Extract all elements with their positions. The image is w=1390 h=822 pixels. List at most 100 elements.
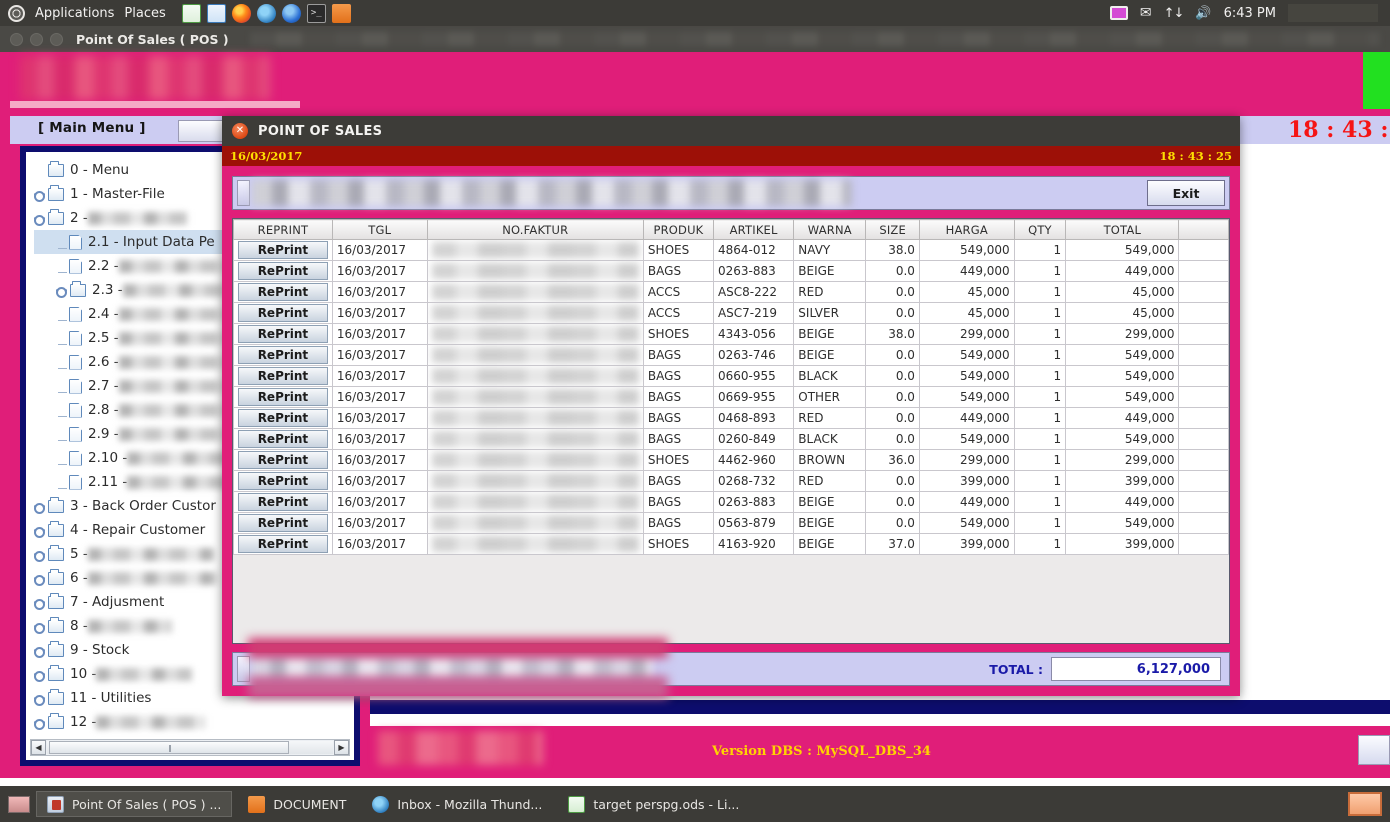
reprint-button[interactable]: RePrint [238, 472, 328, 490]
reprint-button[interactable]: RePrint [238, 451, 328, 469]
tree-expander-icon[interactable] [34, 716, 47, 729]
thunderbird-icon[interactable] [257, 4, 276, 23]
taskbar-item[interactable]: target perspg.ods - Li... [558, 791, 749, 817]
scroll-left-icon[interactable]: ◀ [31, 740, 46, 755]
table-row[interactable]: RePrint16/03/2017BAGS0660-955BLACK0.0549… [234, 366, 1229, 387]
search-caret-icon[interactable] [237, 180, 250, 206]
table-row[interactable]: RePrint16/03/2017BAGS0268-732RED0.0399,0… [234, 471, 1229, 492]
col-header-total[interactable]: TOTAL [1066, 220, 1179, 240]
reprint-button[interactable]: RePrint [238, 346, 328, 364]
document-icon[interactable] [207, 4, 226, 23]
scroll-thumb[interactable] [49, 741, 289, 754]
table-row[interactable]: RePrint16/03/2017ACCSASC8-222RED0.045,00… [234, 282, 1229, 303]
window-close-icon[interactable] [10, 33, 23, 46]
reprint-button[interactable]: RePrint [238, 535, 328, 553]
table-row[interactable]: RePrint16/03/2017ACCSASC7-219SILVER0.045… [234, 303, 1229, 324]
taskbar-item[interactable]: Inbox - Mozilla Thund... [362, 791, 552, 817]
table-row[interactable]: RePrint16/03/2017SHOES4864-012NAVY38.054… [234, 240, 1229, 261]
col-header-qty[interactable]: QTY [1014, 220, 1066, 240]
cell-artikel: 4163-920 [713, 534, 793, 555]
show-desktop-icon[interactable] [8, 796, 30, 813]
panel-clock[interactable]: 6:43 PM [1224, 6, 1276, 21]
panel-session-menu[interactable] [1288, 4, 1378, 22]
reprint-button[interactable]: RePrint [238, 367, 328, 385]
firefox-icon[interactable] [232, 4, 251, 23]
places-menu[interactable]: Places [124, 6, 165, 21]
close-icon[interactable]: ✕ [232, 123, 248, 139]
col-header-reprint[interactable]: REPRINT [234, 220, 333, 240]
volume-icon[interactable]: 🔊 [1195, 6, 1211, 21]
window-minimize-icon[interactable] [30, 33, 43, 46]
search-input[interactable] [252, 180, 1141, 206]
tree-expander-icon[interactable] [34, 188, 47, 201]
taskbar-item[interactable]: Point Of Sales ( POS ) ... [36, 791, 232, 817]
col-header-artikel[interactable]: ARTIKEL [713, 220, 793, 240]
taskbar-item[interactable]: DOCUMENT [238, 791, 356, 817]
exit-button[interactable]: Exit [1147, 180, 1225, 206]
display-icon[interactable] [1110, 6, 1128, 20]
tree-expander-icon[interactable] [34, 548, 47, 561]
col-header-harga[interactable]: HARGA [919, 220, 1014, 240]
tree-expander-icon[interactable] [34, 212, 47, 225]
tree-expander-icon[interactable] [34, 500, 47, 513]
table-row[interactable]: RePrint16/03/2017BAGS0263-746BEIGE0.0549… [234, 345, 1229, 366]
version-strip-button[interactable] [1358, 735, 1390, 765]
reprint-button[interactable]: RePrint [238, 325, 328, 343]
tree-item-12[interactable]: 12 - [34, 710, 354, 734]
cell-artikel: 0268-732 [713, 471, 793, 492]
tree-item-label: 2.7 - [87, 378, 119, 394]
cell-total: 399,000 [1066, 471, 1179, 492]
tree-expander-icon[interactable] [34, 692, 47, 705]
table-row[interactable]: RePrint16/03/2017BAGS0263-883BEIGE0.0449… [234, 261, 1229, 282]
workspace-switcher[interactable] [1348, 792, 1382, 816]
tree-expander-icon[interactable] [56, 284, 69, 297]
cell-warna: NAVY [794, 240, 866, 261]
col-header-spacer[interactable] [1179, 220, 1229, 240]
table-row[interactable]: RePrint16/03/2017SHOES4343-056BEIGE38.02… [234, 324, 1229, 345]
col-header-produk[interactable]: PRODUK [643, 220, 713, 240]
applications-menu[interactable]: Applications [35, 6, 114, 21]
ubuntu-logo-icon[interactable] [8, 5, 25, 22]
table-row[interactable]: RePrint16/03/2017SHOES4163-920BEIGE37.03… [234, 534, 1229, 555]
table-row[interactable]: RePrint16/03/2017BAGS0263-883BEIGE0.0449… [234, 492, 1229, 513]
tree-expander-icon[interactable] [34, 596, 47, 609]
tree-expander-icon[interactable] [34, 572, 47, 585]
col-header-size[interactable]: SIZE [866, 220, 920, 240]
table-row[interactable]: RePrint16/03/2017SHOES4462-960BROWN36.02… [234, 450, 1229, 471]
window-maximize-icon[interactable] [50, 33, 63, 46]
table-row[interactable]: RePrint16/03/2017BAGS0468-893RED0.0449,0… [234, 408, 1229, 429]
table-row[interactable]: RePrint16/03/2017BAGS0669-955OTHER0.0549… [234, 387, 1229, 408]
tree-expander-icon[interactable] [34, 620, 47, 633]
tree-expander-icon[interactable] [34, 524, 47, 537]
table-row[interactable]: RePrint16/03/2017BAGS0563-879BEIGE0.0549… [234, 513, 1229, 534]
reprint-button[interactable]: RePrint [238, 241, 328, 259]
pos-dialog-titlebar[interactable]: ✕ POINT OF SALES [222, 116, 1240, 146]
reprint-button[interactable]: RePrint [238, 430, 328, 448]
software-center-icon[interactable] [282, 4, 301, 23]
tree-expander-icon[interactable] [34, 668, 47, 681]
pos-table-wrapper[interactable]: REPRINTTGLNO.FAKTURPRODUKARTIKELWARNASIZ… [232, 218, 1230, 644]
terminal-icon[interactable]: >_ [307, 4, 326, 23]
reprint-button[interactable]: RePrint [238, 388, 328, 406]
reprint-button[interactable]: RePrint [238, 304, 328, 322]
col-header-warna[interactable]: WARNA [794, 220, 866, 240]
network-icon[interactable]: ↑↓ [1164, 6, 1184, 21]
pos-table: REPRINTTGLNO.FAKTURPRODUKARTIKELWARNASIZ… [233, 219, 1229, 555]
app-window-titlebar[interactable]: Point Of Sales ( POS ) [0, 26, 1390, 52]
reprint-button[interactable]: RePrint [238, 262, 328, 280]
mail-icon[interactable]: ✉ [1140, 5, 1152, 21]
calc-icon[interactable] [182, 4, 201, 23]
scroll-right-icon[interactable]: ▶ [334, 740, 349, 755]
reprint-button[interactable]: RePrint [238, 514, 328, 532]
reprint-button[interactable]: RePrint [238, 283, 328, 301]
col-header-tgl[interactable]: TGL [332, 220, 427, 240]
tree-horizontal-scrollbar[interactable]: ◀ ▶ [30, 739, 350, 756]
files-icon[interactable] [332, 4, 351, 23]
table-row[interactable]: RePrint16/03/2017BAGS0260-849BLACK0.0549… [234, 429, 1229, 450]
col-header-no-faktur[interactable]: NO.FAKTUR [427, 220, 643, 240]
reprint-button[interactable]: RePrint [238, 493, 328, 511]
redacted-faktur [432, 494, 639, 510]
reprint-button[interactable]: RePrint [238, 409, 328, 427]
scroll-track[interactable] [47, 741, 333, 754]
tree-expander-icon[interactable] [34, 644, 47, 657]
